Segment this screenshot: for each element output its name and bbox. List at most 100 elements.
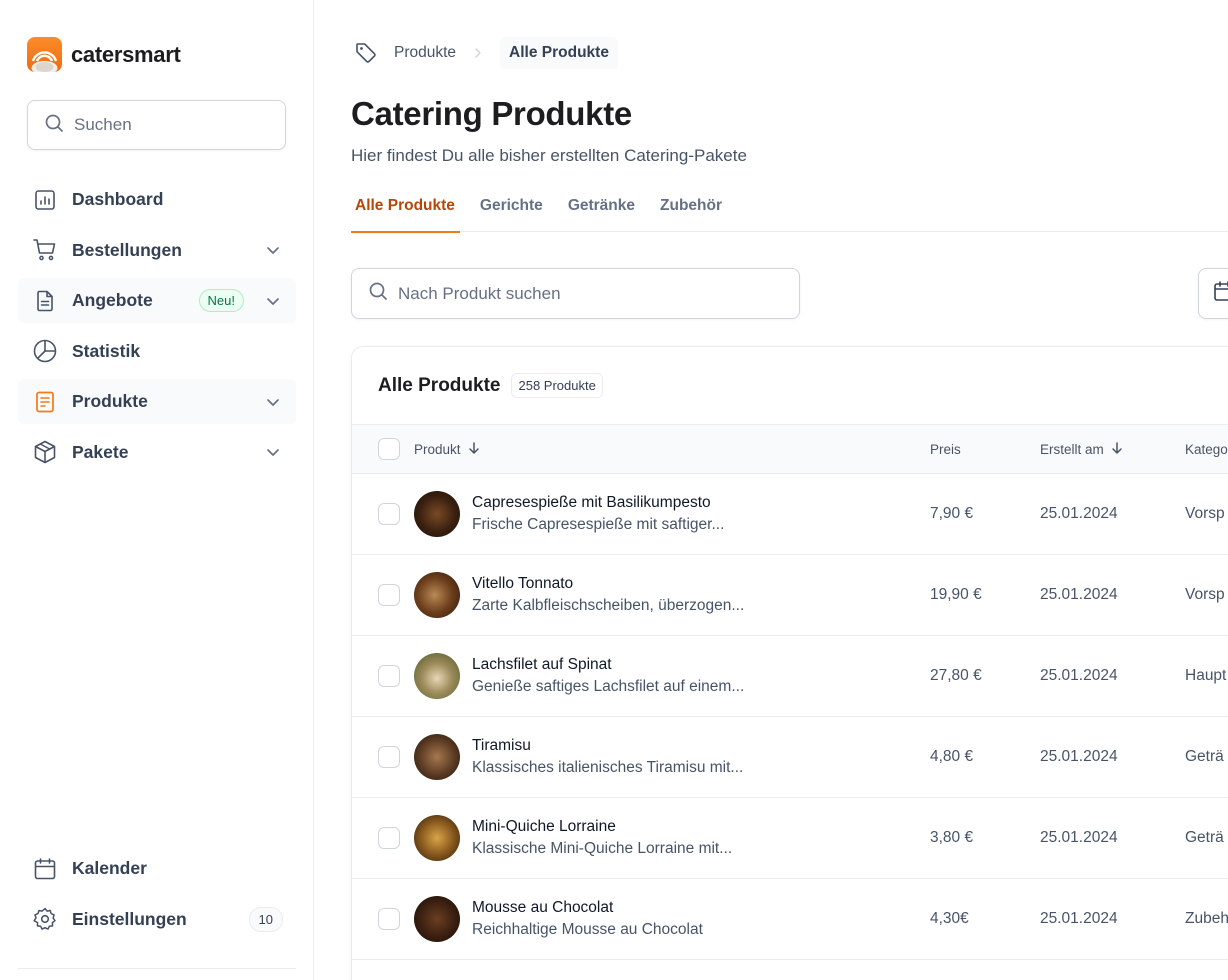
column-header-created[interactable]: Erstellt am	[1040, 425, 1124, 473]
category-cell: Geträ	[1185, 717, 1224, 797]
row-checkbox[interactable]	[378, 908, 400, 930]
sidebar-item-label: Pakete	[72, 441, 129, 462]
table-body: Capresespieße mit Basilikumpesto Frische…	[352, 474, 1228, 960]
sidebar-item-kalender[interactable]: Kalender	[18, 846, 296, 891]
tab-zubehoer[interactable]: Zubehör	[656, 190, 726, 232]
price-cell: 4,80 €	[930, 717, 973, 797]
column-label: Preis	[930, 441, 961, 457]
sidebar-item-dashboard[interactable]: Dashboard	[18, 177, 296, 222]
tab-getraenke[interactable]: Getränke	[564, 190, 639, 232]
product-text: Mousse au Chocolat Reichhaltige Mousse a…	[472, 899, 703, 939]
table-row[interactable]: Mini-Quiche Lorraine Klassische Mini-Qui…	[352, 798, 1228, 879]
search-icon	[44, 113, 64, 138]
product-price: 3,80 €	[930, 829, 974, 846]
pie-chart-icon	[32, 338, 58, 364]
date-cell: 25.01.2024	[1040, 879, 1118, 959]
sidebar-item-angebote[interactable]: Angebote Neu!	[18, 278, 296, 323]
sidebar-item-label: Statistik	[72, 340, 141, 361]
table-row[interactable]: Vitello Tonnato Zarte Kalbfleischscheibe…	[352, 555, 1228, 636]
product-name[interactable]: Lachsfilet auf Spinat	[472, 656, 744, 674]
logo[interactable]: catersmart	[27, 37, 181, 72]
row-select-cell	[378, 717, 400, 797]
row-checkbox[interactable]	[378, 746, 400, 768]
column-label: Erstellt am	[1040, 441, 1104, 457]
cart-icon	[32, 237, 58, 263]
arrow-down-icon	[467, 441, 481, 458]
table-row[interactable]: Mousse au Chocolat Reichhaltige Mousse a…	[352, 879, 1228, 960]
column-header-category[interactable]: Katego	[1185, 425, 1228, 473]
product-name[interactable]: Mini-Quiche Lorraine	[472, 818, 732, 836]
tab-gerichte[interactable]: Gerichte	[476, 190, 547, 232]
chevron-down-icon[interactable]	[264, 241, 282, 259]
chevron-down-icon[interactable]	[264, 393, 282, 411]
product-cell: Vitello Tonnato Zarte Kalbfleischscheibe…	[414, 555, 744, 635]
chevron-down-icon[interactable]	[264, 443, 282, 461]
calendar-icon	[1213, 280, 1228, 307]
chevron-down-icon[interactable]	[264, 292, 282, 310]
product-category: Zubeh	[1185, 910, 1228, 927]
product-description: Genieße saftiges Lachsfilet auf einem...	[472, 678, 745, 695]
product-thumbnail	[414, 572, 460, 618]
table-row[interactable]: Capresespieße mit Basilikumpesto Frische…	[352, 474, 1228, 555]
product-description: Klassisches italienisches Tiramisu mit..…	[472, 759, 744, 776]
sidebar-item-pakete[interactable]: Pakete	[18, 430, 296, 475]
breadcrumb-current[interactable]: Alle Produkte	[500, 36, 618, 69]
product-search[interactable]	[351, 268, 800, 319]
chart-bar-icon	[32, 187, 58, 213]
select-all-checkbox[interactable]	[378, 438, 400, 460]
sidebar: catersmart Dashboard Bestellungen	[0, 0, 314, 980]
row-checkbox[interactable]	[378, 584, 400, 606]
row-select-cell	[378, 636, 400, 716]
product-category: Vorsp	[1185, 505, 1225, 522]
sidebar-item-bestellungen[interactable]: Bestellungen	[18, 228, 296, 273]
sidebar-search[interactable]	[27, 100, 286, 150]
tab-alle-produkte[interactable]: Alle Produkte	[351, 190, 460, 233]
row-select-cell	[378, 474, 400, 554]
price-cell: 27,80 €	[930, 636, 982, 716]
sidebar-item-produkte[interactable]: Produkte	[18, 379, 296, 424]
products-table-card: Alle Produkte 258 Produkte Produkt Preis…	[351, 346, 1228, 980]
product-category: Geträ	[1185, 748, 1224, 765]
arrow-down-icon	[1110, 441, 1124, 458]
table-row[interactable]: Tiramisu Klassisches italienisches Tiram…	[352, 717, 1228, 798]
row-select-cell	[378, 555, 400, 635]
date-cell: 25.01.2024	[1040, 636, 1118, 716]
product-thumbnail	[414, 896, 460, 942]
product-name[interactable]: Tiramisu	[472, 737, 743, 755]
product-search-input[interactable]	[398, 283, 778, 304]
calendar-icon	[32, 856, 58, 882]
select-all-cell	[378, 425, 400, 473]
product-cell: Tiramisu Klassisches italienisches Tiram…	[414, 717, 743, 797]
column-label: Katego	[1185, 441, 1228, 457]
product-price: 7,90 €	[930, 505, 974, 522]
column-label: Produkt	[414, 441, 461, 457]
column-header-price[interactable]: Preis	[930, 425, 961, 473]
document-icon	[32, 288, 58, 314]
page-subtitle: Hier findest Du alle bisher erstellten C…	[351, 146, 747, 165]
sidebar-item-einstellungen[interactable]: Einstellungen 10	[18, 897, 296, 942]
product-created-date: 25.01.2024	[1040, 748, 1118, 765]
row-checkbox[interactable]	[378, 827, 400, 849]
row-checkbox[interactable]	[378, 503, 400, 525]
column-header-product[interactable]: Produkt	[414, 425, 481, 473]
sidebar-item-label: Produkte	[72, 391, 148, 411]
product-name[interactable]: Capresespieße mit Basilikumpesto	[472, 494, 724, 512]
new-badge: Neu!	[198, 289, 244, 312]
product-created-date: 25.01.2024	[1040, 910, 1118, 927]
product-cell: Lachsfilet auf Spinat Genieße saftiges L…	[414, 636, 744, 716]
price-cell: 19,90 €	[930, 555, 982, 635]
sidebar-search-input[interactable]	[74, 115, 274, 135]
product-name[interactable]: Mousse au Chocolat	[472, 899, 703, 917]
product-cell: Mini-Quiche Lorraine Klassische Mini-Qui…	[414, 798, 732, 878]
sidebar-item-label: Kalender	[72, 858, 147, 878]
row-checkbox[interactable]	[378, 665, 400, 687]
divider	[18, 968, 296, 969]
table-row[interactable]: Lachsfilet auf Spinat Genieße saftiges L…	[352, 636, 1228, 717]
product-thumbnail	[414, 815, 460, 861]
breadcrumb: Produkte Alle Produkte	[351, 36, 618, 69]
date-filter-button[interactable]	[1198, 268, 1228, 319]
sidebar-item-statistik[interactable]: Statistik	[18, 329, 296, 374]
product-name[interactable]: Vitello Tonnato	[472, 575, 744, 593]
product-cell: Capresespieße mit Basilikumpesto Frische…	[414, 474, 724, 554]
breadcrumb-parent[interactable]: Produkte	[394, 44, 456, 62]
